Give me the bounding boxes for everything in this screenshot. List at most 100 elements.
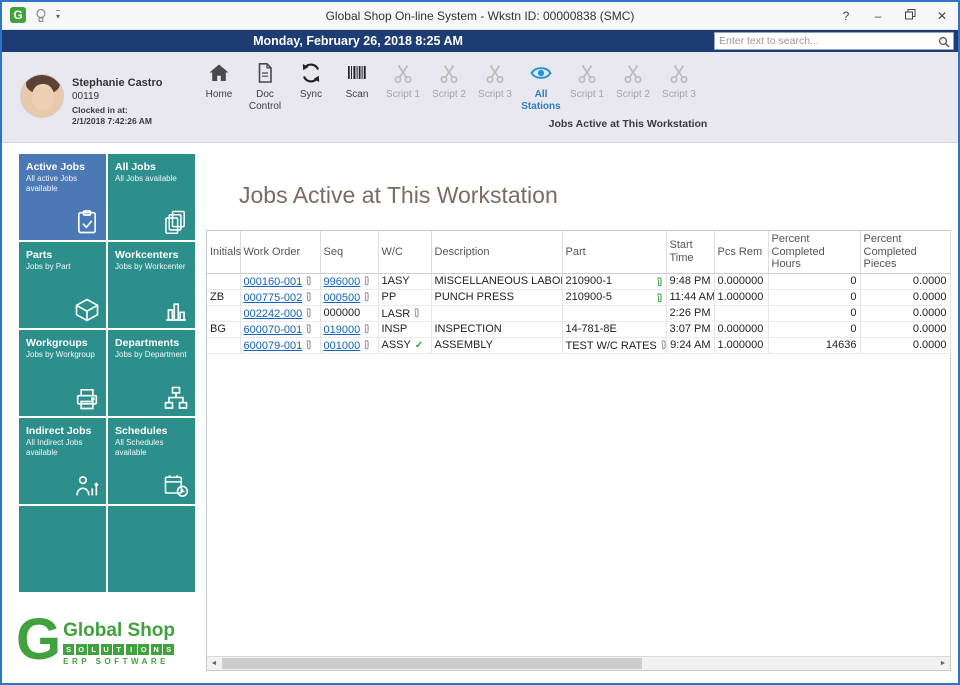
cell-part: 14-781-8E <box>562 321 666 337</box>
col-seq[interactable]: Seq <box>320 231 378 273</box>
col-part[interactable]: Part <box>562 231 666 273</box>
table-row: ZB 000775-002 000500 PP PUNCH PRESS 2109… <box>207 289 950 305</box>
paperclip-icon <box>305 307 312 319</box>
documents-stack-icon <box>162 208 190 236</box>
ribbon-button-script3-alt[interactable]: Script 3 <box>656 58 702 116</box>
seq-link[interactable]: 001000 <box>324 340 361 352</box>
page-title: Jobs Active at This Workstation <box>239 182 558 209</box>
ribbon-button-all-stations[interactable]: All Stations <box>518 58 564 116</box>
cell-description <box>431 305 562 321</box>
paperclip-icon <box>363 275 370 287</box>
ribbon-button-home[interactable]: Home <box>196 58 242 116</box>
col-initials[interactable]: Initials <box>207 231 240 273</box>
cell-description: ASSEMBLY <box>431 337 562 353</box>
ribbon-button-script1[interactable]: Script 1 <box>380 58 426 116</box>
work-order-link[interactable]: 600070-001 <box>244 324 303 336</box>
ribbon-button-sync[interactable]: Sync <box>288 58 334 116</box>
cell-seq: 001000 <box>320 337 378 353</box>
cell-pct-pieces: 0.0000 <box>860 289 950 305</box>
restore-button[interactable] <box>904 9 916 23</box>
ribbon-button-script3[interactable]: Script 3 <box>472 58 518 116</box>
scroll-left-button[interactable]: ◄ <box>207 657 221 670</box>
work-order-link[interactable]: 000775-002 <box>244 292 303 304</box>
cell-seq: 000500 <box>320 289 378 305</box>
cell-initials: ZB <box>207 289 240 305</box>
seq-link[interactable]: 019000 <box>324 324 361 336</box>
search-input[interactable] <box>715 33 937 49</box>
horizontal-scrollbar[interactable]: ◄ ► <box>207 656 950 670</box>
barcode-icon <box>334 61 380 87</box>
scissors-icon <box>656 61 702 87</box>
cell-pct-pieces: 0.0000 <box>860 273 950 289</box>
title-bar: G ▾ Global Shop On-line System - Wkstn I… <box>2 2 958 30</box>
ribbon-button-scan[interactable]: Scan <box>334 58 380 116</box>
ribbon-toolbar: Home Doc Control <box>196 58 702 116</box>
tile-departments[interactable]: Departments Jobs by Department <box>108 330 195 416</box>
col-description[interactable]: Description <box>431 231 562 273</box>
tile-empty-2[interactable] <box>108 506 195 592</box>
org-chart-icon <box>162 384 190 412</box>
cell-part: 210900-5 <box>562 289 666 305</box>
green-check-icon: ✓ <box>415 340 423 351</box>
tile-all-jobs[interactable]: All Jobs All Jobs available <box>108 154 195 240</box>
machine-icon <box>73 384 101 412</box>
table-row: 000160-001 996000 1ASY MISCELLANEOUS LAB… <box>207 273 950 289</box>
paperclip-icon <box>413 307 420 319</box>
ribbon-button-script2-alt[interactable]: Script 2 <box>610 58 656 116</box>
restore-icon <box>905 9 916 20</box>
bar-chart-icon <box>162 296 190 324</box>
work-order-link[interactable]: 002242-000 <box>244 308 303 320</box>
col-pcs-rem[interactable]: Pcs Rem <box>714 231 768 273</box>
work-order-link[interactable]: 600079-001 <box>244 340 303 352</box>
seq-link[interactable]: 000500 <box>324 292 361 304</box>
ribbon-button-script1-alt[interactable]: Script 1 <box>564 58 610 116</box>
cell-work-order: 000775-002 <box>240 289 320 305</box>
minimize-button[interactable]: – <box>872 9 884 23</box>
cell-pcs-rem: 1.000000 <box>714 337 768 353</box>
logo-solutions-letters: S O L U T I O N S <box>63 644 175 655</box>
ribbon-button-script2[interactable]: Script 2 <box>426 58 472 116</box>
col-start-time[interactable]: Start Time <box>666 231 714 273</box>
logo-tagline: ERP SOFTWARE <box>63 657 175 666</box>
cell-pcs-rem: 1.000000 <box>714 289 768 305</box>
search-icon[interactable] <box>938 36 950 48</box>
tile-empty-1[interactable] <box>19 506 106 592</box>
tile-indirect-jobs[interactable]: Indirect Jobs All Indirect Jobs availabl… <box>19 418 106 504</box>
app-window: G ▾ Global Shop On-line System - Wkstn I… <box>0 0 960 685</box>
cell-work-order: 000160-001 <box>240 273 320 289</box>
table-row: BG 600070-001 019000 INSP INSPECTION 14-… <box>207 321 950 337</box>
help-button[interactable]: ? <box>840 9 852 23</box>
current-date: Monday, February 26, 2018 8:25 AM <box>2 30 714 52</box>
person-chart-icon <box>73 472 101 500</box>
ribbon-group-caption: Jobs Active at This Workstation <box>530 118 726 130</box>
clipboard-check-icon <box>73 208 101 236</box>
ribbon-button-doc-control[interactable]: Doc Control <box>242 58 288 116</box>
cell-start-time: 11:44 AM <box>666 289 714 305</box>
col-pct-pieces[interactable]: Percent Completed Pieces <box>860 231 950 273</box>
tile-workcenters[interactable]: Workcenters Jobs by Workcenter <box>108 242 195 328</box>
tile-parts[interactable]: Parts Jobs by Part <box>19 242 106 328</box>
cell-description: MISCELLANEOUS LABOR <box>431 273 562 289</box>
seq-link[interactable]: 996000 <box>324 276 361 288</box>
tile-workgroups[interactable]: Workgroups Jobs by Workgroup <box>19 330 106 416</box>
scrollbar-thumb[interactable] <box>222 658 642 669</box>
user-name: Stephanie Castro <box>72 77 202 91</box>
box-icon <box>73 296 101 324</box>
col-wc[interactable]: W/C <box>378 231 431 273</box>
search-box[interactable] <box>714 32 954 50</box>
cell-work-order: 600079-001 <box>240 337 320 353</box>
cell-initials <box>207 337 240 353</box>
cell-description: PUNCH PRESS <box>431 289 562 305</box>
jobs-table-frame: Initials Work Order Seq W/C Description … <box>206 230 951 671</box>
close-button[interactable]: ✕ <box>936 9 948 23</box>
cell-start-time: 3:07 PM <box>666 321 714 337</box>
scroll-right-button[interactable]: ► <box>936 657 950 670</box>
col-work-order[interactable]: Work Order <box>240 231 320 273</box>
col-pct-hours[interactable]: Percent Completed Hours <box>768 231 860 273</box>
cell-start-time: 9:24 AM <box>666 337 714 353</box>
cell-pct-pieces: 0.0000 <box>860 337 950 353</box>
tile-active-jobs[interactable]: Active Jobs All active Jobs available <box>19 154 106 240</box>
cell-initials <box>207 273 240 289</box>
tile-schedules[interactable]: Schedules All Schedules available <box>108 418 195 504</box>
work-order-link[interactable]: 000160-001 <box>244 276 303 288</box>
